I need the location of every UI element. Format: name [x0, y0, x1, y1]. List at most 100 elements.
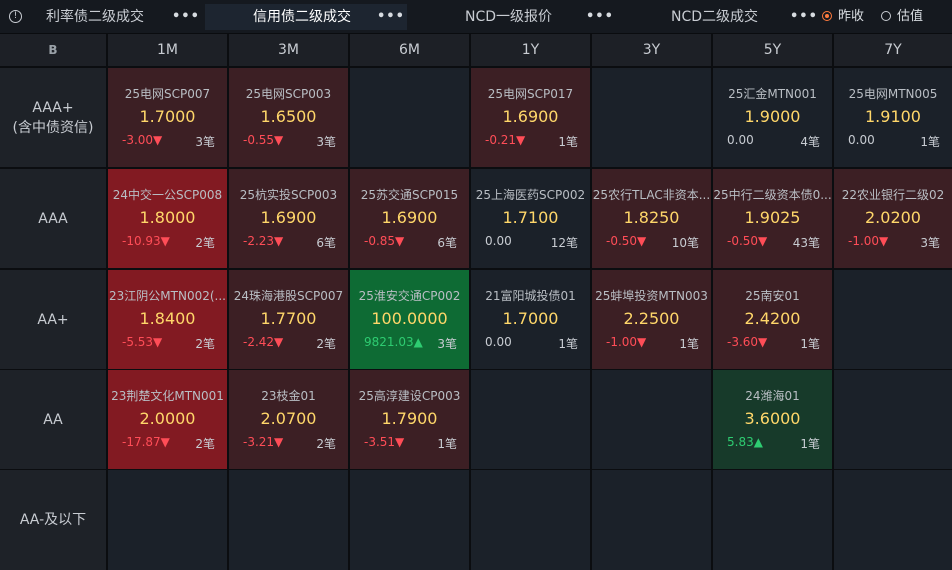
bond-cell[interactable]: 25电网SCP003 1.6500 -0.55▼ 3笔 — [229, 68, 348, 167]
bond-cell[interactable]: 25电网MTN005 1.9100 0.00 1笔 — [834, 68, 952, 167]
bond-change: 0.00 — [485, 335, 512, 349]
tab-ncd-primary-quote[interactable]: NCD一级报价 ••• — [410, 4, 613, 30]
bond-change: 5.83▲ — [727, 435, 763, 449]
bond-change: -3.60▼ — [727, 335, 768, 349]
bond-name: 25苏交通SCP015 — [360, 188, 459, 202]
empty-cell — [713, 470, 832, 570]
trade-count: 1笔 — [558, 135, 578, 149]
bond-name: 25农行TLAC非资本... — [592, 188, 711, 202]
bond-rate: 1.9025 — [744, 208, 801, 227]
trade-count: 4笔 — [800, 135, 820, 149]
column-header: 5Y — [713, 34, 832, 66]
trade-count: 2笔 — [316, 337, 336, 351]
bond-name: 25南安01 — [745, 289, 800, 303]
trade-count: 1笔 — [800, 437, 820, 451]
row-header-label: AAA — [38, 210, 68, 227]
bond-rate: 1.6900 — [381, 208, 438, 227]
more-icon[interactable]: ••• — [790, 4, 818, 30]
bond-rate: 1.9100 — [865, 107, 921, 126]
bond-change: 9821.03▲ — [364, 335, 423, 349]
bond-cell[interactable]: 25中行二级资本债0... 1.9025 -0.50▼ 43笔 — [713, 169, 832, 268]
trade-count: 6笔 — [437, 236, 457, 250]
bond-rate: 2.4200 — [744, 309, 801, 328]
bond-change: -0.21▼ — [485, 133, 526, 147]
bond-cell[interactable]: 23枝金01 2.0700 -3.21▼ 2笔 — [229, 370, 348, 469]
row-header-label: AA-及以下 — [19, 512, 87, 528]
bond-change: -0.50▼ — [727, 234, 768, 248]
bond-cell[interactable]: 23江阴公MTN002(... 1.8400 -5.53▼ 2笔 — [108, 270, 227, 369]
trade-count: 43笔 — [792, 236, 820, 250]
radio-prev-close[interactable]: 昨收 — [822, 9, 872, 25]
tab-credit-bond-secondary[interactable]: 信用债二级成交 ••• — [205, 4, 407, 30]
trade-count: 2笔 — [316, 437, 336, 451]
empty-cell — [471, 470, 590, 570]
bond-cell[interactable]: 25电网SCP007 1.7000 -3.00▼ 3笔 — [108, 68, 227, 167]
tab-label: NCD二级成交 — [671, 9, 759, 25]
row-header: AAA+ (含中债资信) — [0, 68, 106, 167]
bond-name: 25淮安交通CP002 — [358, 289, 461, 303]
bond-cell[interactable]: 24珠海港股SCP007 1.7700 -2.42▼ 2笔 — [229, 270, 348, 369]
trade-count: 2笔 — [195, 437, 215, 451]
bond-rate: 3.6000 — [744, 409, 801, 428]
bond-rate: 1.6900 — [260, 208, 317, 227]
credit-bond-matrix: B 1M 3M 6M 1Y 3Y 5Y 7Y AAA+ (含中债资信) 25电网SCP007 1.7… — [0, 34, 952, 570]
bond-cell[interactable]: 25上海医药SCP002 1.7100 0.00 12笔 — [471, 169, 590, 268]
more-icon[interactable]: ••• — [586, 4, 614, 30]
bond-cell[interactable]: 25电网SCP017 1.6900 -0.21▼ 1笔 — [471, 68, 590, 167]
trade-count: 3笔 — [920, 236, 940, 250]
bond-cell[interactable]: 25淮安交通CP002 100.0000 9821.03▲ 3笔 — [350, 270, 469, 369]
bond-cell[interactable]: 25蚌埠投资MTN003 2.2500 -1.00▼ 1笔 — [592, 270, 711, 369]
trade-count: 3笔 — [195, 135, 215, 149]
bond-change: -2.23▼ — [243, 234, 284, 248]
bond-rate: 1.6900 — [502, 107, 559, 126]
bond-cell[interactable]: 25高淳建设CP003 1.7900 -3.51▼ 1笔 — [350, 370, 469, 469]
column-header: 3Y — [592, 34, 711, 66]
bond-rate: 1.7000 — [139, 107, 196, 126]
empty-cell — [350, 470, 469, 570]
bond-change: -3.21▼ — [243, 435, 284, 449]
bond-name: 23枝金01 — [261, 389, 316, 403]
bond-cell[interactable]: 24潍海01 3.6000 5.83▲ 1笔 — [713, 370, 832, 469]
bond-cell[interactable]: 25杭实投SCP003 1.6900 -2.23▼ 6笔 — [229, 169, 348, 268]
bond-cell[interactable]: 22农业银行二级02 2.0200 -1.00▼ 3笔 — [834, 169, 952, 268]
trade-count: 1笔 — [558, 337, 578, 351]
bond-rate: 1.8000 — [139, 208, 196, 227]
bond-cell[interactable]: 25南安01 2.4200 -3.60▼ 1笔 — [713, 270, 832, 369]
bond-rate: 1.7700 — [260, 309, 317, 328]
bond-cell[interactable]: 25农行TLAC非资本... 1.8250 -0.50▼ 10笔 — [592, 169, 711, 268]
bond-change: -0.50▼ — [606, 234, 647, 248]
more-icon[interactable]: ••• — [377, 4, 405, 30]
bond-rate: 100.0000 — [371, 309, 448, 328]
corner-logo: B — [0, 34, 106, 66]
bond-change: -2.42▼ — [243, 335, 284, 349]
empty-cell — [592, 370, 711, 469]
bond-cell[interactable]: 25汇金MTN001 1.9000 0.00 4笔 — [713, 68, 832, 167]
bond-logo-icon: B — [48, 43, 58, 57]
bond-name: 25电网SCP017 — [487, 87, 574, 101]
column-header: 3M — [229, 34, 348, 66]
bond-rate: 2.0200 — [865, 208, 921, 227]
tab-rate-bond-secondary[interactable]: 利率债二级成交 ••• — [32, 4, 202, 30]
bond-change: -3.00▼ — [122, 133, 163, 147]
row-header-label: AA+ — [37, 311, 69, 328]
bond-cell[interactable]: 24中交一公SCP008 1.8000 -10.93▼ 2笔 — [108, 169, 227, 268]
bond-cell[interactable]: 23荆楚文化MTN001 2.0000 -17.87▼ 2笔 — [108, 370, 227, 469]
row-header: AA — [0, 370, 106, 469]
trade-count: 2笔 — [195, 236, 215, 250]
trade-count: 3笔 — [316, 135, 336, 149]
info-icon[interactable]: ! — [9, 10, 22, 23]
radio-label: 估值 — [897, 9, 924, 24]
radio-valuation[interactable]: 估值 — [881, 9, 931, 25]
bond-name: 22农业银行二级02 — [841, 188, 945, 202]
bond-name: 25杭实投SCP003 — [239, 188, 338, 202]
row-header: AA+ — [0, 270, 106, 369]
tab-ncd-secondary[interactable]: NCD二级成交 ••• — [612, 4, 817, 30]
more-icon[interactable]: ••• — [172, 4, 200, 30]
bond-cell[interactable]: 25苏交通SCP015 1.6900 -0.85▼ 6笔 — [350, 169, 469, 268]
bond-cell[interactable]: 21富阳城投债01 1.7000 0.00 1笔 — [471, 270, 590, 369]
bond-change: -0.85▼ — [364, 234, 405, 248]
radio-checked-icon — [822, 11, 832, 21]
radio-label: 昨收 — [838, 9, 865, 24]
bond-change: -5.53▼ — [122, 335, 163, 349]
bond-rate: 1.7900 — [381, 409, 438, 428]
